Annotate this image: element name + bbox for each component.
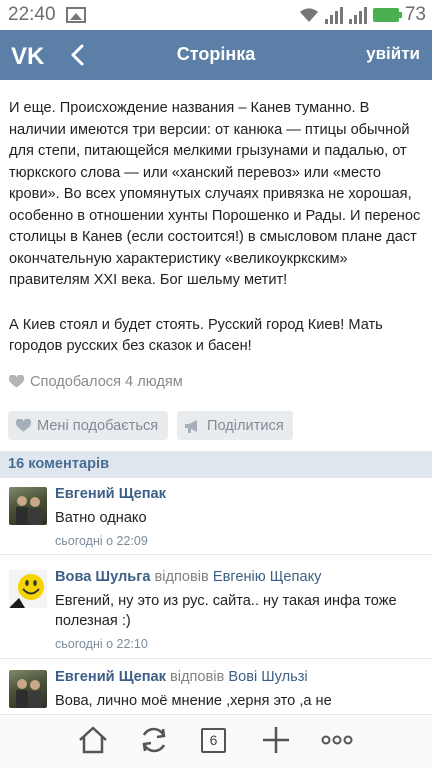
share-button[interactable]: Поділитися <box>177 411 293 440</box>
post-paragraph: И еще. Происхождение названия – Канев ту… <box>9 100 421 288</box>
wifi-icon <box>299 8 318 22</box>
comment-time[interactable]: сьогодні о 22:10 <box>55 637 424 651</box>
comment-author[interactable]: Евгений Щепак <box>55 669 166 685</box>
post-body: И еще. Происхождение названия – Канев ту… <box>9 98 429 381</box>
avatar[interactable] <box>9 487 47 525</box>
person-icon <box>16 679 41 708</box>
avatar[interactable] <box>9 670 47 708</box>
likes-count-text: Сподобалося 4 людям <box>30 374 183 390</box>
divider <box>0 658 432 659</box>
comment-text: Евгений, ну это из рус. сайта.. ну такая… <box>55 593 397 629</box>
comments-header: 16 коментарів <box>0 451 432 478</box>
like-button[interactable]: Мені подобається <box>8 411 168 440</box>
comment-author-line: Вова Шульга відповів Евгенію Щепаку <box>55 568 424 586</box>
likes-summary[interactable]: Сподобалося 4 людям <box>9 374 183 390</box>
add-icon[interactable] <box>259 723 293 757</box>
like-button-label: Мені подобається <box>37 417 159 434</box>
browser-bottom-bar: 6 <box>0 714 432 768</box>
reply-to-link[interactable]: Вові Шульзі <box>228 669 307 685</box>
status-bar: 22:40 73 <box>0 0 432 30</box>
post-paragraph: А Киев стоял и будет стоять. Русский гор… <box>9 316 383 355</box>
person-icon <box>16 496 41 525</box>
refresh-icon[interactable] <box>137 723 171 757</box>
battery-icon <box>372 8 402 22</box>
smiley-icon <box>9 574 44 608</box>
comment-author[interactable]: Вова Шульга <box>55 569 150 585</box>
share-button-label: Поділитися <box>207 417 284 434</box>
battery-level: 73 <box>404 4 426 25</box>
megaphone-icon <box>185 419 197 433</box>
reply-word: відповів <box>154 569 209 585</box>
clock: 22:40 <box>8 4 56 25</box>
reply-to-link[interactable]: Евгенію Щепаку <box>213 569 322 585</box>
comment-author-line: Евгений Щепак відповів Вові Шульзі <box>55 668 424 686</box>
reply-word: відповів <box>170 669 225 685</box>
heart-icon <box>16 418 31 432</box>
signal-icon <box>324 6 343 24</box>
comment-author-line: Евгений Щепак <box>55 485 424 503</box>
menu-dots-icon[interactable] <box>320 723 354 757</box>
comment-text: Ватно однако <box>55 510 147 526</box>
image-icon <box>66 7 86 23</box>
heart-icon <box>9 375 24 388</box>
home-icon[interactable] <box>76 723 110 757</box>
comment-author[interactable]: Евгений Щепак <box>55 486 166 502</box>
login-link[interactable]: увійти <box>366 44 420 64</box>
divider <box>0 554 432 555</box>
comment-time[interactable]: сьогодні о 22:09 <box>55 534 424 548</box>
signal-icon <box>348 6 367 24</box>
avatar[interactable] <box>9 570 47 608</box>
top-navbar: VK Сторінка увійти <box>0 30 432 80</box>
comment-text: Вова, лично моё мнение ,херня это ,а не <box>55 693 332 709</box>
tabs-icon[interactable]: 6 <box>201 728 226 753</box>
